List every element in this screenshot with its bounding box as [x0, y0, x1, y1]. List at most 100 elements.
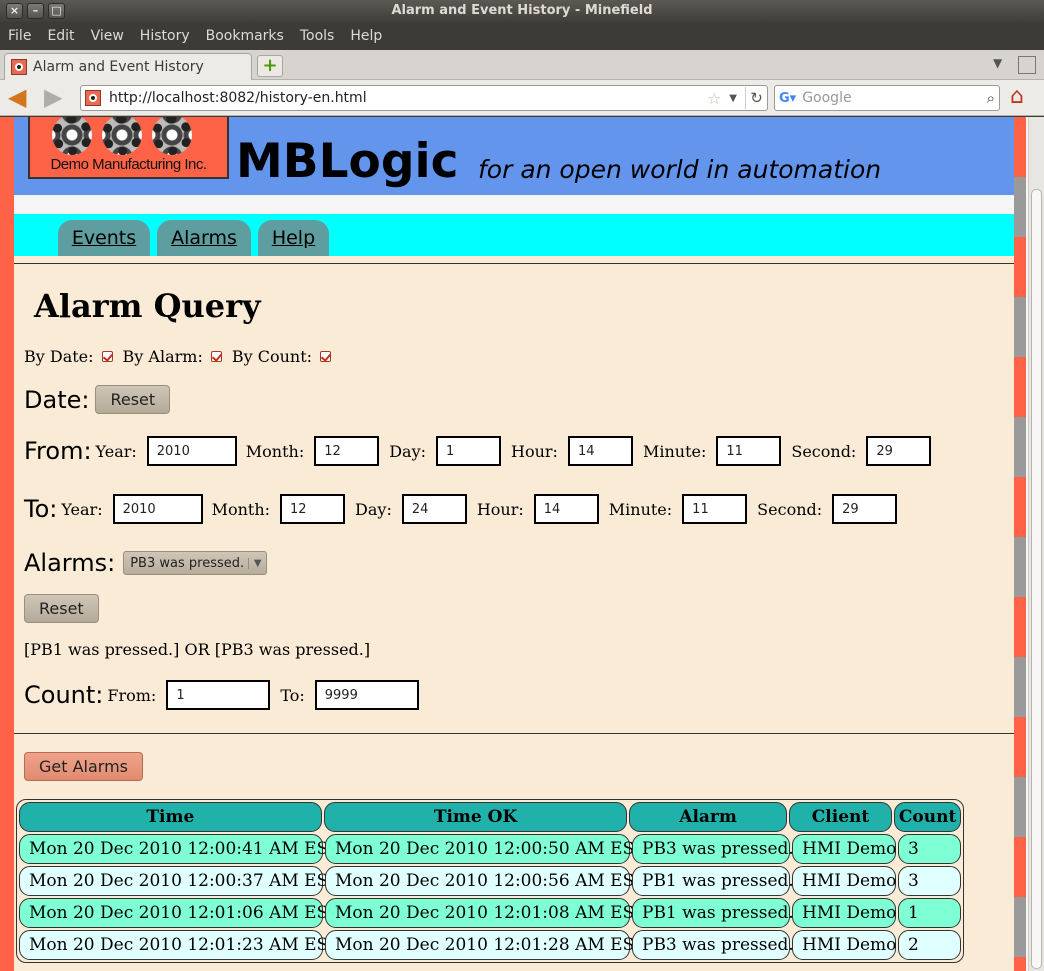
cell-time-ok: Mon 20 Dec 2010 12:01:08 AM EST: [325, 898, 646, 928]
cell-time: Mon 20 Dec 2010 12:00:37 AM EST: [19, 866, 340, 896]
from-hour-input[interactable]: 14: [567, 436, 633, 466]
from-minute-label: Minute:: [642, 441, 707, 461]
gear-icon: [52, 117, 92, 155]
site-nav: Events Alarms Help: [14, 214, 1014, 256]
close-window-button[interactable]: ×: [6, 3, 23, 19]
maximize-window-button[interactable]: □: [48, 3, 65, 19]
to-year-input[interactable]: 2010: [112, 494, 203, 524]
alarm-select[interactable]: PB3 was pressed. ▼: [123, 551, 268, 575]
home-icon[interactable]: ⌂: [1010, 86, 1036, 110]
menu-view[interactable]: View: [91, 28, 134, 44]
to-year-label: Year:: [61, 499, 103, 519]
column-header-alarm: Alarm: [629, 802, 787, 832]
to-hour-input[interactable]: 14: [533, 494, 599, 524]
to-day-input[interactable]: 24: [401, 494, 467, 524]
cell-count: 1: [898, 898, 961, 928]
url-history-dropdown-icon[interactable]: ▼: [729, 93, 737, 104]
cell-alarm: PB1 was pressed.: [632, 898, 794, 928]
from-second-label: Second:: [791, 441, 857, 461]
url-bar[interactable]: http://localhost:8082/history-en.html ☆ …: [80, 85, 768, 111]
menu-history[interactable]: History: [140, 28, 200, 44]
menu-file[interactable]: File: [8, 28, 41, 44]
to-date-row: To: Year: 2010 Month: 12 Day: 24 Hour: 1…: [24, 494, 898, 524]
from-minute-input[interactable]: 11: [716, 436, 782, 466]
search-magnifier-icon[interactable]: ⌕: [987, 89, 999, 107]
nav-tab-alarms[interactable]: Alarms: [157, 220, 251, 256]
menu-help[interactable]: Help: [350, 28, 392, 44]
to-month-input[interactable]: 12: [280, 494, 346, 524]
filter-by-alarm-checkbox[interactable]: [210, 351, 222, 362]
count-row: Count: From: 1 To: 9999: [24, 680, 419, 710]
to-minute-input[interactable]: 11: [682, 494, 748, 524]
search-input[interactable]: Google: [802, 90, 980, 106]
tab-title: Alarm and Event History: [33, 59, 204, 75]
logo-text: Demo Manufacturing Inc.: [50, 156, 207, 173]
from-day-input[interactable]: 1: [436, 436, 502, 466]
date-reset-button[interactable]: Reset: [95, 385, 171, 414]
menu-edit[interactable]: Edit: [47, 28, 84, 44]
page-content: Demo Manufacturing Inc. MBLogic for an o…: [14, 117, 1014, 971]
back-arrow-icon[interactable]: ◀: [8, 85, 36, 110]
bookmark-star-icon[interactable]: ☆: [707, 89, 721, 108]
count-to-input[interactable]: 9999: [314, 680, 419, 710]
page-title: Alarm Query: [34, 287, 261, 325]
to-minute-label: Minute:: [608, 499, 673, 519]
scrollbar-thumb[interactable]: [1031, 189, 1042, 969]
from-label: From:: [24, 437, 92, 465]
cell-alarm: PB3 was pressed.: [632, 930, 794, 960]
cell-count: 2: [898, 930, 961, 960]
from-month-input[interactable]: 12: [314, 436, 380, 466]
header-banner: Demo Manufacturing Inc. MBLogic for an o…: [14, 117, 1014, 195]
alarm-reset-button[interactable]: Reset: [24, 594, 99, 623]
cell-client: HMI Demo: [792, 866, 896, 896]
column-header-time-ok: Time OK: [323, 802, 628, 832]
table-row: Mon 20 Dec 2010 12:00:37 AM EST Mon 20 D…: [18, 865, 962, 897]
from-second-input[interactable]: 29: [866, 436, 932, 466]
from-month-label: Month:: [245, 441, 305, 461]
banner-separator: [14, 195, 1014, 214]
forward-arrow-icon[interactable]: ▶: [44, 85, 72, 110]
from-year-input[interactable]: 2010: [146, 436, 237, 466]
tab-list-dropdown-icon[interactable]: ▼: [993, 56, 1002, 70]
cell-alarm: PB1 was pressed.: [632, 866, 794, 896]
count-from-input[interactable]: 1: [166, 680, 271, 710]
cell-count: 3: [898, 834, 961, 864]
filter-by-date-checkbox[interactable]: [101, 351, 113, 362]
minimize-window-button[interactable]: –: [27, 3, 44, 19]
get-alarms-row: Get Alarms: [24, 752, 144, 781]
cell-time-ok: Mon 20 Dec 2010 12:01:28 AM EST: [325, 930, 646, 960]
tab-active[interactable]: Alarm and Event History: [4, 53, 252, 80]
tab-groups-icon[interactable]: [1018, 56, 1036, 74]
nav-tab-help[interactable]: Help: [258, 220, 329, 256]
url-text[interactable]: http://localhost:8082/history-en.html: [109, 90, 699, 106]
divider: [14, 263, 1014, 264]
menu-bookmarks[interactable]: Bookmarks: [206, 28, 294, 44]
url-favicon-icon: [85, 90, 101, 106]
get-alarms-button[interactable]: Get Alarms: [24, 752, 144, 781]
alarm-select-value: PB3 was pressed.: [130, 555, 245, 571]
to-hour-label: Hour:: [476, 499, 524, 519]
table-header-row: Time Time OK Alarm Client Count: [18, 801, 962, 833]
cell-time: Mon 20 Dec 2010 12:00:41 AM EST: [19, 834, 340, 864]
menu-tools[interactable]: Tools: [300, 28, 345, 44]
company-logo: Demo Manufacturing Inc.: [28, 117, 229, 179]
alarm-expression: [PB1 was pressed.] OR [PB3 was pressed.]: [24, 640, 371, 659]
nav-tab-events[interactable]: Events: [58, 220, 150, 256]
page-scrollbar[interactable]: [1028, 117, 1044, 971]
count-from-label: From:: [107, 685, 157, 705]
page-viewport: Demo Manufacturing Inc. MBLogic for an o…: [0, 117, 1044, 971]
search-engine-icon[interactable]: G▾: [779, 91, 796, 106]
reload-icon[interactable]: ↻: [745, 87, 767, 109]
search-bar[interactable]: G▾ Google ⌕: [774, 85, 1000, 111]
to-second-input[interactable]: 29: [832, 494, 898, 524]
date-row: Date: Reset: [24, 385, 171, 414]
filter-by-count-checkbox[interactable]: [320, 351, 332, 362]
results-table: Time Time OK Alarm Client Count Mon 20 D…: [16, 799, 964, 963]
cell-time-ok: Mon 20 Dec 2010 12:00:56 AM EST: [325, 866, 646, 896]
new-tab-button[interactable]: +: [257, 55, 283, 77]
to-day-label: Day:: [355, 499, 392, 519]
alarms-row: Alarms: PB3 was pressed. ▼: [24, 549, 268, 577]
menubar: File Edit View History Bookmarks Tools H…: [0, 22, 1044, 50]
alarm-expression-row: [PB1 was pressed.] OR [PB3 was pressed.]: [24, 640, 370, 659]
window-title: Alarm and Event History - Minefield: [391, 3, 653, 18]
